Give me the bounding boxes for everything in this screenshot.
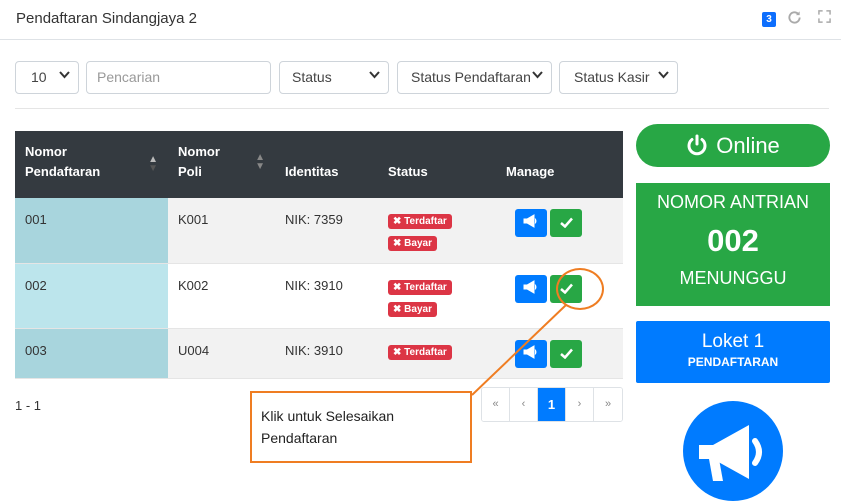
status-badge-label: Terdaftar	[404, 216, 447, 227]
status-badge-label: Terdaftar	[404, 346, 447, 358]
expand-icon[interactable]	[818, 10, 831, 26]
cell-identitas: NIK: 7359	[285, 212, 343, 227]
table-row: 003 U004 NIK: 3910 ✖ Terdaftar	[15, 328, 623, 378]
search-placeholder: Pencarian	[97, 69, 161, 85]
callout-highlight-ring	[556, 268, 604, 310]
call-button[interactable]	[515, 339, 547, 368]
column-header-status: Status	[378, 131, 496, 198]
divider	[15, 108, 829, 109]
column-header-nomor-pendaftaran[interactable]: Nomor Pendaftaran ▲ ▼	[15, 131, 168, 198]
notification-badge[interactable]: 3	[762, 12, 776, 27]
cell-poli: K002	[178, 277, 209, 293]
online-toggle-button[interactable]: Online	[636, 124, 830, 167]
header-label: Manage	[506, 164, 555, 179]
status-badge: ✖ Terdaftar	[388, 279, 452, 295]
header-label: Status	[388, 164, 428, 179]
header-label: Poli	[178, 164, 202, 179]
cell-manage	[496, 328, 623, 378]
loket-card: Loket 1 PENDAFTARAN	[636, 321, 830, 383]
callout-text: Pendaftaran	[261, 430, 338, 446]
table-range-info: 1 - 1	[15, 398, 42, 413]
cell-status: ✖ Terdaftar ✖ Bayar	[378, 198, 496, 263]
complete-button[interactable]	[550, 209, 582, 237]
page-title: Pendaftaran Sindangjaya 2	[16, 10, 197, 27]
card-header: Pendaftaran Sindangjaya 2 3	[0, 0, 841, 40]
header-label: Nomor	[25, 144, 67, 159]
header-label: Identitas	[285, 164, 339, 179]
table-row: 002 K002 NIK: 3910 ✖ Terdaftar ✖ Bayar	[15, 263, 623, 328]
loket-title: Loket 1	[701, 331, 765, 352]
call-button[interactable]	[515, 209, 547, 237]
pagination-current[interactable]: 1	[538, 388, 566, 421]
callout-box: Klik untuk Selesaikan Pendaftaran	[250, 391, 472, 463]
status-pendaftaran-value: Status Pendaftaran	[411, 69, 531, 85]
cell-poli: K001	[178, 212, 209, 227]
cell-status: ✖ Terdaftar ✖ Bayar	[378, 263, 496, 328]
sort-icon[interactable]: ▲ ▼	[255, 153, 265, 172]
check-icon	[559, 348, 573, 359]
per-page-select[interactable]: 10	[15, 61, 79, 94]
pagination: « ‹ 1 › »	[481, 387, 623, 422]
status-select-value: Status	[292, 69, 332, 85]
megaphone-icon	[523, 279, 537, 294]
cell-nomor: 002	[15, 263, 168, 328]
header-label: Pendaftaran	[25, 164, 101, 179]
sort-icon[interactable]: ▲ ▼	[148, 155, 158, 174]
status-pendaftaran-select[interactable]: Status Pendaftaran	[397, 61, 552, 94]
queue-number: 002	[707, 223, 759, 258]
cell-status: ✖ Terdaftar	[378, 328, 496, 378]
status-badge: ✖ Bayar	[388, 301, 437, 317]
status-kasir-value: Status Kasir	[574, 69, 650, 85]
status-badge: ✖ Bayar	[388, 236, 437, 251]
chevron-down-icon	[658, 71, 669, 82]
cell-identitas: NIK: 3910	[285, 277, 343, 293]
chevron-down-icon	[369, 71, 380, 82]
complete-button[interactable]	[550, 339, 582, 368]
callout-text: Klik untuk Selesaikan	[261, 408, 395, 424]
table-header-row: Nomor Pendaftaran ▲ ▼ Nomor Poli ▲ ▼ Ident…	[15, 131, 623, 198]
cell-poli: U004	[178, 342, 210, 358]
status-kasir-select[interactable]: Status Kasir	[559, 61, 678, 94]
status-badge: ✖ Terdaftar	[388, 344, 452, 360]
online-label: Online	[716, 133, 780, 158]
status-badge-label: Bayar	[404, 303, 432, 315]
column-header-identitas: Identitas	[275, 131, 378, 198]
status-select[interactable]: Status	[279, 61, 389, 94]
cell-nomor: 003	[15, 328, 168, 378]
status-badge-label: Terdaftar	[404, 281, 447, 293]
status-badge: ✖ Terdaftar	[388, 214, 452, 229]
header-label: Nomor	[178, 144, 220, 159]
pagination-next[interactable]: ›	[566, 388, 594, 421]
column-header-nomor-poli[interactable]: Nomor Poli ▲ ▼	[168, 131, 275, 198]
pagination-prev[interactable]: ‹	[510, 388, 538, 421]
cell-identitas: NIK: 3910	[285, 342, 343, 358]
per-page-value: 10	[31, 69, 47, 85]
megaphone-icon	[523, 344, 537, 359]
search-input[interactable]: Pencarian	[86, 61, 271, 94]
call-button[interactable]	[515, 274, 547, 303]
megaphone-icon	[523, 214, 537, 228]
power-icon	[686, 124, 708, 167]
status-badge-label: Bayar	[404, 238, 432, 249]
chevron-down-icon	[532, 71, 543, 82]
megaphone-icon	[699, 425, 762, 481]
check-icon	[559, 217, 573, 229]
call-queue-button[interactable]	[683, 401, 783, 501]
table-row: 001 K001 NIK: 7359 ✖ Terdaftar ✖ Bayar	[15, 198, 623, 263]
queue-title: NOMOR ANTRIAN	[656, 192, 809, 212]
queue-status: MENUNGGU	[679, 268, 787, 288]
cell-manage	[496, 198, 623, 263]
chevron-down-icon	[59, 71, 70, 82]
cell-nomor: 001	[15, 198, 168, 263]
column-header-manage: Manage	[496, 131, 623, 198]
queue-number-card: NOMOR ANTRIAN 002 MENUNGGU	[636, 183, 830, 306]
refresh-icon[interactable]	[787, 10, 802, 28]
pagination-first[interactable]: «	[482, 388, 510, 421]
pagination-last[interactable]: »	[594, 388, 622, 421]
registration-table: Nomor Pendaftaran ▲ ▼ Nomor Poli ▲ ▼ Ident…	[15, 131, 623, 379]
loket-subtitle: PENDAFTARAN	[687, 355, 779, 369]
